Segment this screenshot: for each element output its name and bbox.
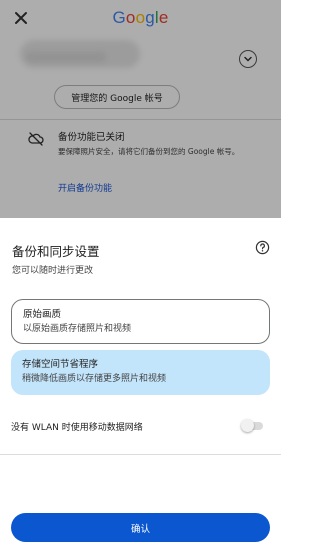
toggle-thumb (241, 419, 254, 432)
option-storage-saver[interactable]: 存储空间节省程序 稍微降低画质以存储更多照片和视频 (11, 350, 270, 395)
confirm-button[interactable]: 确认 (11, 513, 270, 542)
option-title: 原始画质 (23, 309, 62, 320)
option-original-quality[interactable]: 原始画质 以原始画质存储照片和视频 (11, 299, 270, 344)
option-title: 存储空间节省程序 (22, 359, 99, 370)
mobile-data-label: 没有 WLAN 时使用移动数据网络 (11, 423, 143, 433)
mobile-data-toggle[interactable] (241, 419, 263, 432)
sheet-title: 备份和同步设置 (12, 244, 100, 259)
divider (0, 454, 281, 455)
sheet-subtitle: 您可以随时进行更改 (12, 266, 94, 276)
option-description: 以原始画质存储照片和视频 (23, 324, 132, 334)
help-icon[interactable] (255, 240, 270, 255)
backup-settings-sheet: 备份和同步设置 您可以随时进行更改 原始画质 以原始画质存储照片和视频 存储空间… (0, 218, 281, 553)
option-description: 稍微降低画质以存储更多照片和视频 (22, 374, 167, 384)
